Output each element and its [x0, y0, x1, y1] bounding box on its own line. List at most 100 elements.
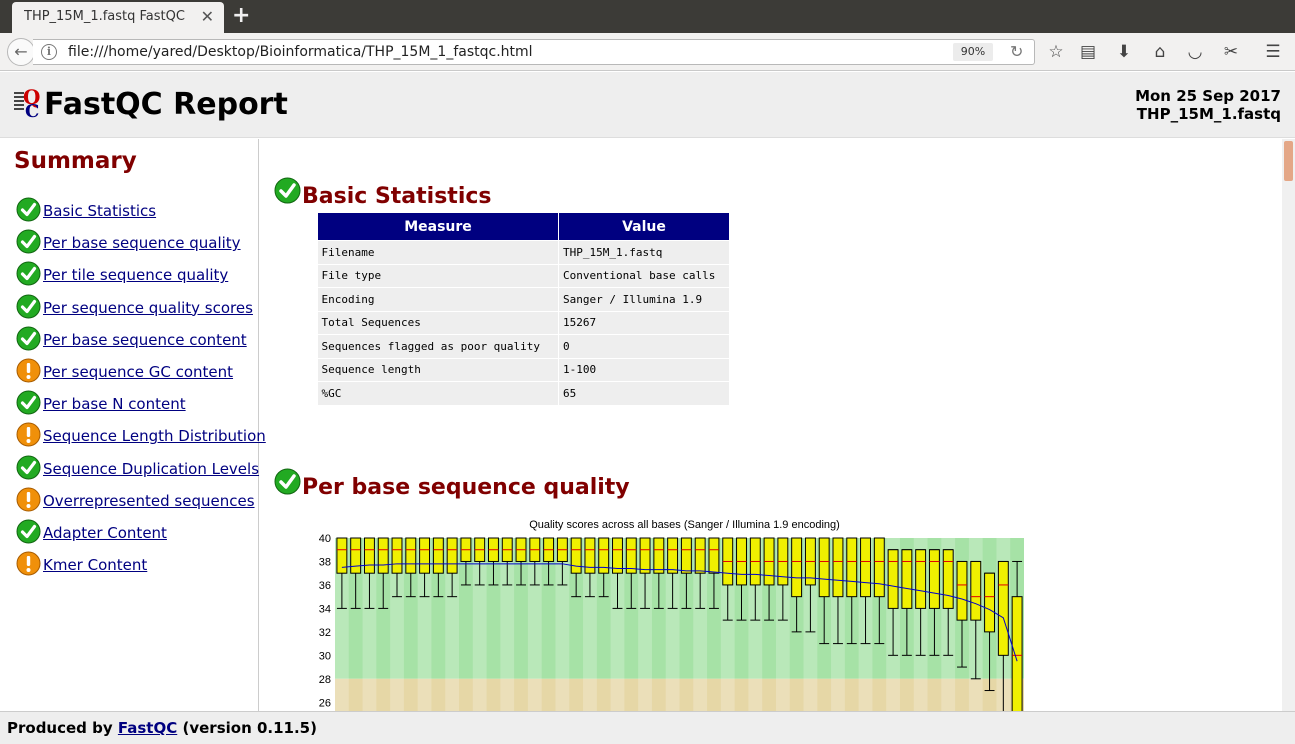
warning-icon — [16, 422, 41, 447]
summary-link[interactable]: Per tile sequence quality — [43, 266, 228, 284]
screenshot-icon[interactable]: ✂ — [1220, 41, 1242, 63]
bookmark-star-icon[interactable]: ☆ — [1045, 41, 1067, 63]
summary-item[interactable]: Per base N content — [16, 390, 256, 418]
zoom-indicator[interactable]: 90% — [953, 43, 993, 61]
chart-title: Quality scores across all bases (Sanger … — [529, 519, 840, 531]
basic-statistics-table: Measure Value Filename THP_15M_1.fastq Fil… — [317, 212, 730, 406]
pass-icon — [274, 468, 301, 495]
value-cell: 0 — [558, 334, 730, 359]
table-row: Filename THP_15M_1.fastq — [317, 240, 730, 265]
reload-icon[interactable]: ↻ — [1010, 42, 1023, 61]
fastqc-link[interactable]: FastQC — [118, 719, 177, 737]
pocket-icon[interactable]: ◡ — [1184, 41, 1206, 63]
quartile-box — [984, 572, 996, 633]
measure-cell: Sequences flagged as poor quality — [317, 334, 559, 359]
quartile-box — [446, 537, 458, 574]
quartile-box — [639, 537, 651, 574]
report-header: Q C FastQC Report Mon 25 Sep 2017 THP_15… — [0, 72, 1295, 138]
quartile-box — [363, 537, 375, 574]
summary-item[interactable]: Per tile sequence quality — [16, 261, 256, 289]
summary-link[interactable]: Per base sequence content — [43, 331, 247, 349]
warning-icon — [16, 551, 41, 576]
summary-item[interactable]: Overrepresented sequences — [16, 487, 256, 515]
quartile-box — [391, 537, 403, 574]
summary-item[interactable]: Sequence Duplication Levels — [16, 455, 259, 483]
measure-cell: Filename — [317, 240, 559, 265]
quartile-box — [377, 537, 389, 574]
quartile-box — [694, 537, 706, 574]
quartile-box — [667, 537, 679, 574]
quality-boxplot-chart: Quality scores across all bases (Sanger … — [319, 519, 1024, 711]
warning-icon — [16, 487, 41, 512]
pass-icon — [16, 326, 41, 351]
column-header-value: Value — [558, 212, 730, 241]
summary-link[interactable]: Per base sequence quality — [43, 234, 241, 252]
value-cell: Sanger / Illumina 1.9 — [558, 287, 730, 312]
measure-cell: Total Sequences — [317, 311, 559, 335]
pass-icon — [16, 455, 41, 480]
column-header-measure: Measure — [317, 212, 559, 241]
summary-link[interactable]: Overrepresented sequences — [43, 492, 255, 510]
quartile-box — [928, 549, 940, 609]
quartile-box — [873, 537, 885, 598]
pass-icon — [16, 197, 41, 222]
summary-item[interactable]: Per base sequence content — [16, 326, 256, 354]
table-row: Sequence length 1-100 — [317, 358, 730, 382]
menu-icon[interactable]: ☰ — [1262, 41, 1284, 63]
quartile-box — [653, 537, 665, 574]
summary-item[interactable]: Adapter Content — [16, 519, 256, 547]
pass-icon — [16, 294, 41, 319]
value-cell: Conventional base calls — [558, 264, 730, 288]
summary-link[interactable]: Per base N content — [43, 395, 186, 413]
measure-cell: Sequence length — [317, 358, 559, 382]
quartile-box — [846, 537, 858, 598]
reading-list-icon[interactable]: ▤ — [1077, 41, 1099, 63]
browser-tab[interactable]: THP_15M_1.fastq FastQC ✕ — [12, 2, 224, 33]
measure-cell: Encoding — [317, 287, 559, 312]
download-icon[interactable]: ⬇ — [1113, 41, 1135, 63]
quartile-box — [680, 537, 692, 574]
summary-item[interactable]: Kmer Content — [16, 551, 256, 579]
vertical-scrollbar[interactable] — [1282, 139, 1295, 711]
quartile-box — [818, 537, 830, 598]
value-cell: 15267 — [558, 311, 730, 335]
report-filename: THP_15M_1.fastq — [1136, 105, 1281, 123]
new-tab-icon[interactable]: + — [232, 3, 250, 28]
info-icon[interactable]: i — [41, 44, 57, 60]
summary-link[interactable]: Kmer Content — [43, 556, 147, 574]
table-row: %GC 65 — [317, 381, 730, 406]
summary-link[interactable]: Basic Statistics — [43, 202, 156, 220]
summary-item[interactable]: Per base sequence quality — [16, 229, 256, 257]
summary-link[interactable]: Sequence Duplication Levels — [43, 460, 259, 478]
tab-close-icon[interactable]: ✕ — [201, 7, 214, 26]
summary-item[interactable]: Sequence Length Distribution — [16, 422, 266, 450]
summary-link[interactable]: Per sequence GC content — [43, 363, 233, 381]
quartile-box — [901, 549, 913, 609]
scrollbar-thumb[interactable] — [1284, 141, 1293, 181]
measure-cell: %GC — [317, 381, 559, 406]
quartile-box — [791, 537, 803, 598]
quartile-box — [942, 549, 954, 609]
summary-item[interactable]: Basic Statistics — [16, 197, 256, 225]
url-text[interactable]: file:///home/yared/Desktop/Bioinformatic… — [68, 44, 533, 60]
summary-title: Summary — [14, 148, 137, 174]
summary-item[interactable]: Per sequence GC content — [16, 358, 256, 386]
table-row: Sequences flagged as poor quality 0 — [317, 334, 730, 359]
summary-link[interactable]: Adapter Content — [43, 524, 167, 542]
value-cell: THP_15M_1.fastq — [558, 240, 730, 265]
home-icon[interactable]: ⌂ — [1149, 41, 1171, 63]
y-tick-label: 28 — [319, 674, 331, 686]
quartile-box — [570, 537, 582, 574]
summary-link[interactable]: Per sequence quality scores — [43, 299, 253, 317]
quartile-box — [832, 537, 844, 598]
pass-icon — [16, 519, 41, 544]
url-bar[interactable]: i file:///home/yared/Desktop/Bioinformat… — [33, 39, 1035, 65]
y-tick-label: 30 — [319, 650, 331, 662]
pass-icon — [16, 390, 41, 415]
footer-version: (version 0.11.5) — [182, 719, 317, 737]
summary-link[interactable]: Sequence Length Distribution — [43, 427, 266, 445]
quartile-box — [997, 560, 1009, 656]
summary-item[interactable]: Per sequence quality scores — [16, 294, 256, 322]
back-button[interactable]: ← — [7, 38, 35, 66]
browser-tab-bar: THP_15M_1.fastq FastQC ✕ + — [0, 0, 1295, 33]
